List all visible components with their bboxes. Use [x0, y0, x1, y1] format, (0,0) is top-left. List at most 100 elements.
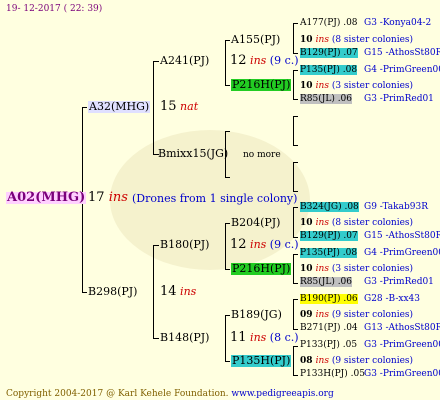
- gen4-location: G3 -PrimRed01: [364, 94, 434, 104]
- gen4-queen-row: R85(JL) .06 G3 -PrimRed01: [300, 93, 434, 105]
- gen4-location: G4 -PrimGreen00: [364, 65, 440, 75]
- gen4-location: G9 -Takab93R: [364, 202, 428, 212]
- gen4-queen-row: P133(PJ) .05 G3 -PrimGreen00: [300, 339, 440, 351]
- connector-line: [225, 361, 230, 362]
- gen4-queen[interactable]: P133H(PJ) .05: [300, 369, 365, 379]
- connector-line: [225, 85, 230, 86]
- gen4-queen-row: B129(PJ) .07 G15 -AthosSt80R: [300, 47, 440, 59]
- gen4-queen[interactable]: A177(PJ) .08: [300, 18, 358, 28]
- gen3-queen[interactable]: B189(JG): [231, 309, 282, 321]
- gen4-note: (3 sister colonies): [331, 264, 414, 274]
- gen4-queen-row: P133H(PJ) .05 G3 -PrimGreen00: [300, 368, 440, 380]
- connector-line: [225, 177, 230, 178]
- gen4-queen[interactable]: B129(PJ) .07: [300, 48, 358, 58]
- connector-line: [153, 61, 154, 154]
- gen2-queen[interactable]: Bmixx15(JG): [158, 148, 228, 160]
- gen4-location: G15 -AthosSt80R: [364, 231, 440, 241]
- gen2-queen[interactable]: B180(PJ): [160, 239, 209, 251]
- gen4-queen[interactable]: R85(JL) .06: [300, 94, 353, 104]
- gen2-info: 12 ins (9 c.): [230, 237, 299, 252]
- gen4-queen-row: B129(PJ) .07 G15 -AthosSt80R: [300, 230, 440, 242]
- gen2-queen[interactable]: A241(PJ): [160, 55, 209, 67]
- gen4-sister-info: 10 ins (3 sister colonies): [300, 263, 413, 275]
- gen4-count: 08: [300, 356, 316, 366]
- gen3-drone-queen[interactable]: P135H(PJ): [231, 355, 292, 367]
- connector-line: [225, 269, 230, 270]
- gen3-drone-queen[interactable]: P216H(PJ): [231, 263, 292, 275]
- gen4-count: 10: [300, 218, 316, 228]
- gen4-ins: ins: [315, 310, 332, 320]
- connector-line: [293, 162, 294, 191]
- connector-line: [82, 292, 87, 293]
- connector-line: [225, 315, 230, 316]
- gen4-location: G3 -PrimGreen00: [364, 340, 440, 350]
- gen4-location: G3 -PrimRed01: [364, 277, 434, 287]
- connector-line: [293, 23, 298, 24]
- gen4-queen[interactable]: B324(JG) .08: [300, 202, 359, 212]
- footer-copyright: Copyright 2004-2017 @ Karl Kehele Founda…: [6, 388, 334, 400]
- gen1-info: 14 ins: [160, 284, 197, 299]
- gen2-note: (9 c.): [269, 238, 299, 251]
- connector-line: [293, 70, 294, 99]
- connector-line: [153, 338, 159, 339]
- gen4-queen-row: P135(PJ) .08 G4 -PrimGreen00: [300, 64, 440, 76]
- gen4-queen-row: R85(JL) .06 G3 -PrimRed01: [300, 276, 434, 288]
- connector-line: [225, 131, 230, 132]
- gen2-count: 11: [230, 330, 247, 345]
- header-date: 19- 12-2017 ( 22: 39): [6, 4, 103, 14]
- gen4-queen-row: B271(PJ) .04 G13 -AthosSt80R: [300, 322, 440, 334]
- gen4-note: (9 sister colonies): [331, 310, 414, 320]
- connector-line: [293, 116, 298, 117]
- connector-line: [225, 223, 226, 269]
- gen4-note: (3 sister colonies): [331, 81, 414, 91]
- gen4-queen[interactable]: B129(PJ) .07: [300, 231, 358, 241]
- connector-line: [293, 207, 294, 237]
- gen1-count: 15: [160, 99, 177, 114]
- gen4-note: (9 sister colonies): [331, 356, 414, 366]
- footer-site-link[interactable]: www.pedigreeapis.org: [231, 389, 333, 399]
- connector-line: [293, 346, 294, 375]
- gen4-count: 10: [300, 35, 316, 45]
- connector-line: [225, 40, 226, 85]
- gen4-ins: ins: [315, 81, 332, 91]
- gen1-suffix: ins: [180, 285, 197, 298]
- connector-line: [82, 107, 87, 108]
- gen4-location: G3 -PrimGreen00: [364, 369, 440, 379]
- gen4-queen[interactable]: B190(PJ) .06: [300, 294, 358, 304]
- gen4-queen[interactable]: P135(PJ) .08: [300, 248, 358, 258]
- gen4-location: G28 -B-xx43: [364, 294, 420, 304]
- connector-line: [153, 245, 154, 338]
- connector-line: [293, 23, 294, 53]
- gen4-queen[interactable]: P133(PJ) .05: [300, 340, 357, 350]
- gen2-queen[interactable]: B148(PJ): [160, 332, 209, 344]
- gen4-sister-info: 08 ins (9 sister colonies): [300, 355, 413, 367]
- gen3-queen[interactable]: A155(PJ): [231, 34, 280, 46]
- gen1-queen[interactable]: A32(MHG): [88, 101, 151, 113]
- gen1-suffix: nat: [180, 100, 199, 113]
- gen4-queen[interactable]: B271(PJ) .04: [300, 323, 358, 333]
- gen2-note: no more: [243, 150, 281, 160]
- connector-line: [293, 329, 298, 330]
- gen4-queen[interactable]: R85(JL) .06: [300, 277, 353, 287]
- gen1-info: 15 nat: [160, 99, 199, 114]
- gen2-note: (9 c.): [269, 54, 299, 67]
- gen1-count: 14: [160, 284, 177, 299]
- gen1-queen[interactable]: B298(PJ): [88, 286, 137, 298]
- connector-line: [153, 245, 159, 246]
- gen2-suffix: ins: [250, 238, 267, 251]
- gen3-drone-queen[interactable]: P216H(PJ): [231, 79, 292, 91]
- gen4-sister-info: 10 ins (8 sister colonies): [300, 34, 413, 46]
- gen2-count: 12: [230, 237, 247, 252]
- connector-line: [293, 99, 298, 100]
- connector-line: [293, 283, 298, 284]
- gen4-location: G3 -Konya04-2: [364, 18, 432, 28]
- gen4-note: (8 sister colonies): [331, 218, 414, 228]
- root-queen[interactable]: A02(MHG): [6, 191, 87, 204]
- connector-line: [293, 207, 298, 208]
- connector-line: [225, 223, 230, 224]
- root-info: 17 ins: [88, 190, 128, 205]
- gen3-queen[interactable]: B204(PJ): [231, 217, 280, 229]
- gen4-queen[interactable]: P135(PJ) .08: [300, 65, 358, 75]
- connector-line: [293, 116, 294, 145]
- root-count: 17: [88, 190, 105, 205]
